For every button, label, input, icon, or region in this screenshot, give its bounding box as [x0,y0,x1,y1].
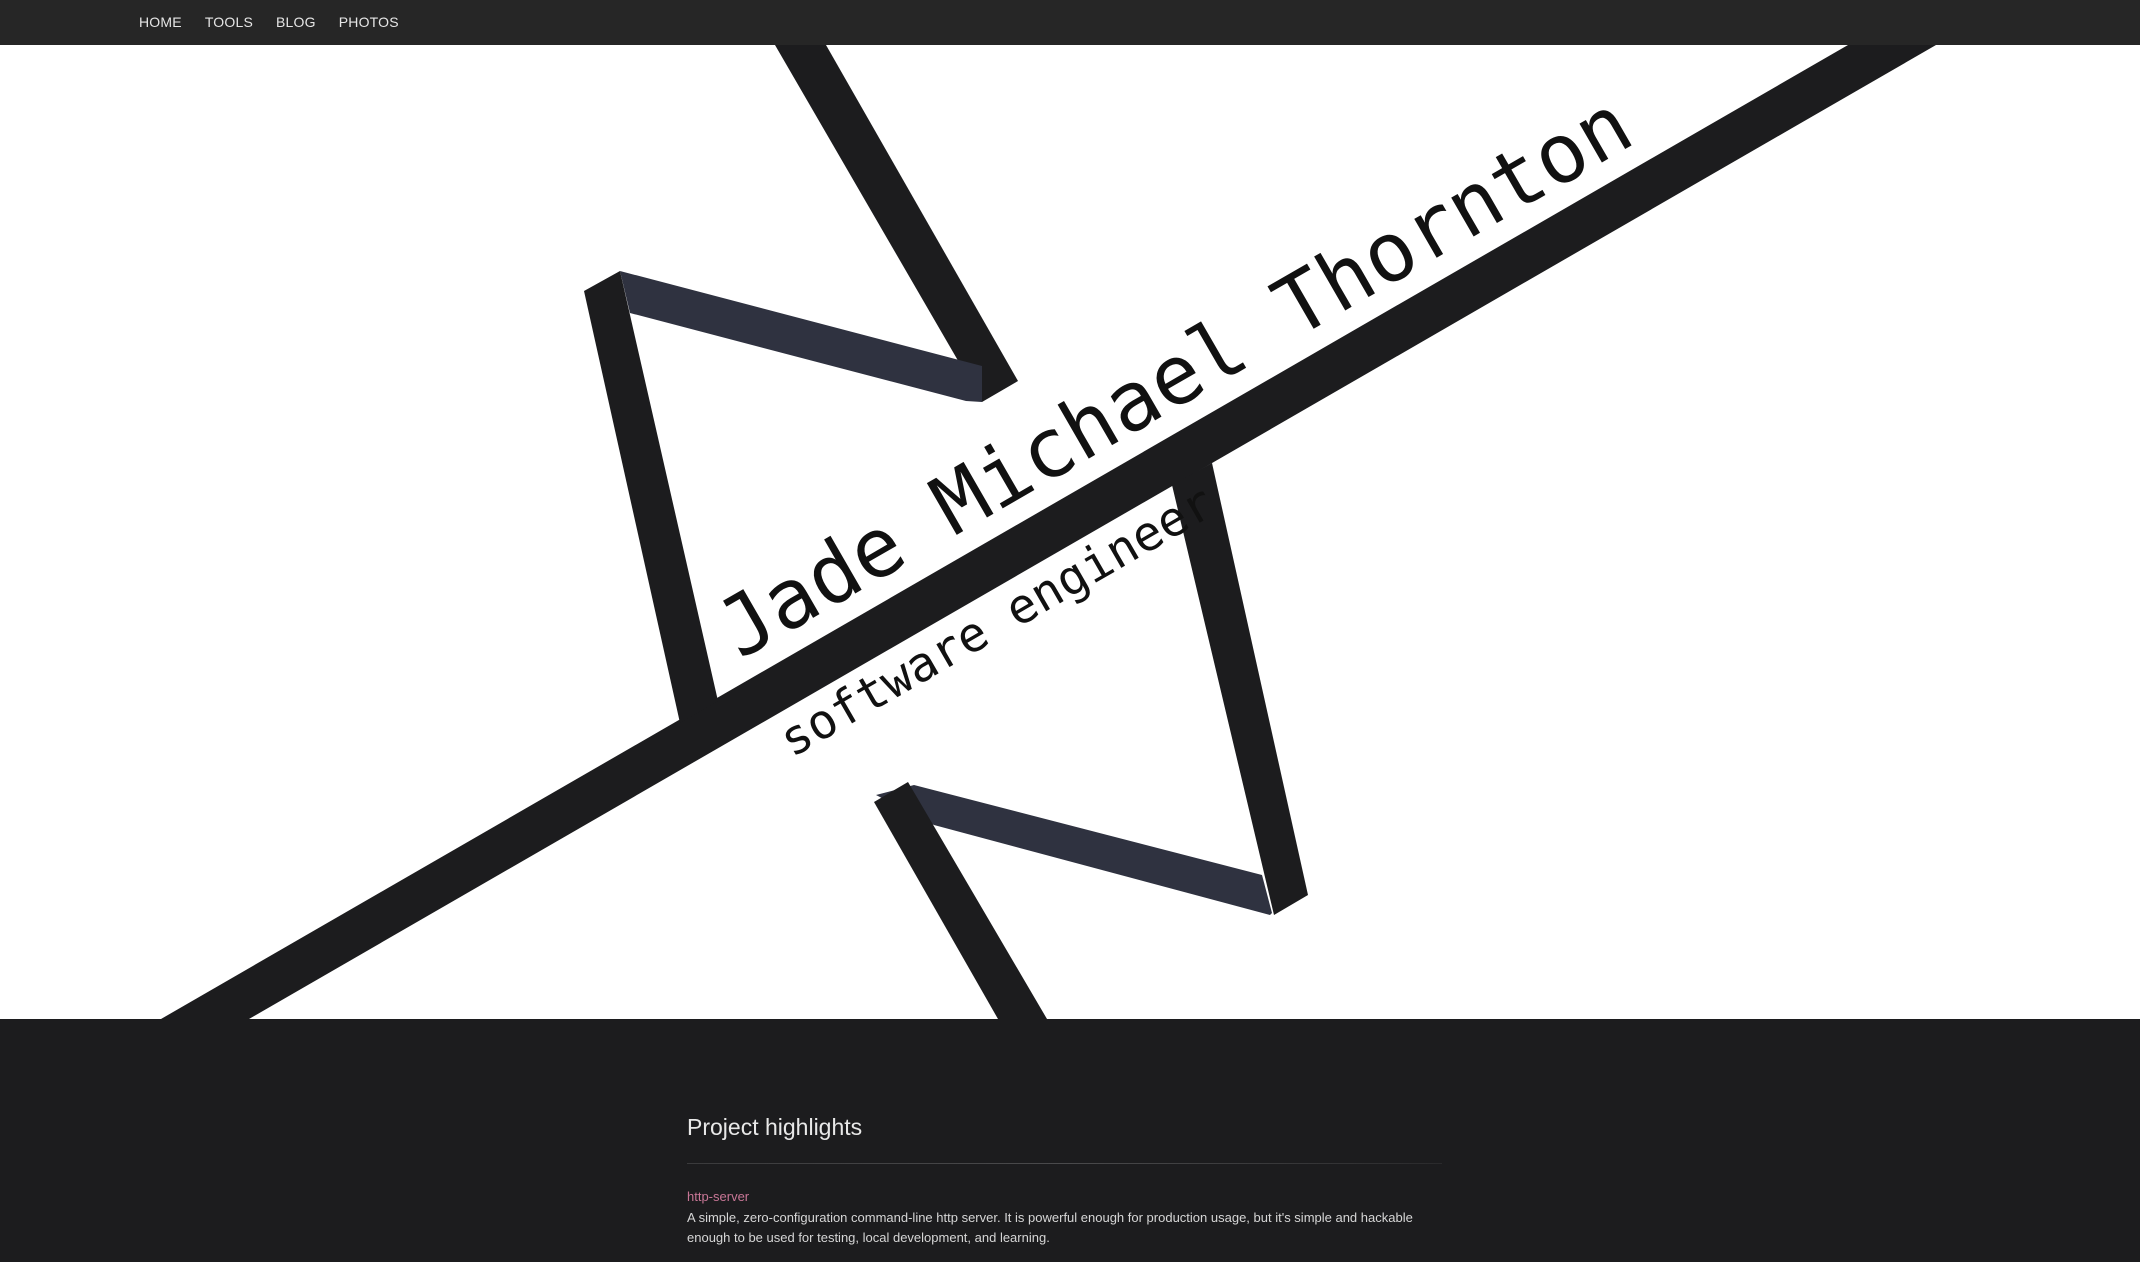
logo-left-leg [584,271,718,723]
nav-link-blog[interactable]: BLOG [276,14,316,30]
logo-diagonal-band [161,45,1936,1019]
hero-logo-graphic: Jade Michael Thornton software engineer [161,45,1936,1019]
project-item: http-server A simple, zero-configuration… [687,1188,1447,1248]
nav-link-home[interactable]: HOME [139,14,182,30]
nav-item-tools: TOOLS [205,14,253,32]
section-heading: Project highlights [687,1114,863,1140]
nav-item-photos: PHOTOS [339,14,399,32]
hero-name: Jade Michael Thornton [703,77,1648,678]
hero-banner: Jade Michael Thornton software engineer [0,45,2140,1019]
top-navbar: HOME TOOLS BLOG PHOTOS [0,0,2140,45]
project-highlights-section: Project highlights http-server A simple,… [687,1114,1447,1248]
main-content: Project highlights http-server A simple,… [0,1019,2140,1262]
project-link-http-server[interactable]: http-server [687,1189,749,1204]
nav-item-blog: BLOG [276,14,316,32]
nav-item-home: HOME [139,14,182,32]
nav-link-photos[interactable]: PHOTOS [339,14,399,30]
section-divider [687,1163,1442,1164]
nav-link-tools[interactable]: TOOLS [205,14,253,30]
nav-menu: HOME TOOLS BLOG PHOTOS [139,0,399,45]
project-description: A simple, zero-configuration command-lin… [687,1210,1413,1245]
